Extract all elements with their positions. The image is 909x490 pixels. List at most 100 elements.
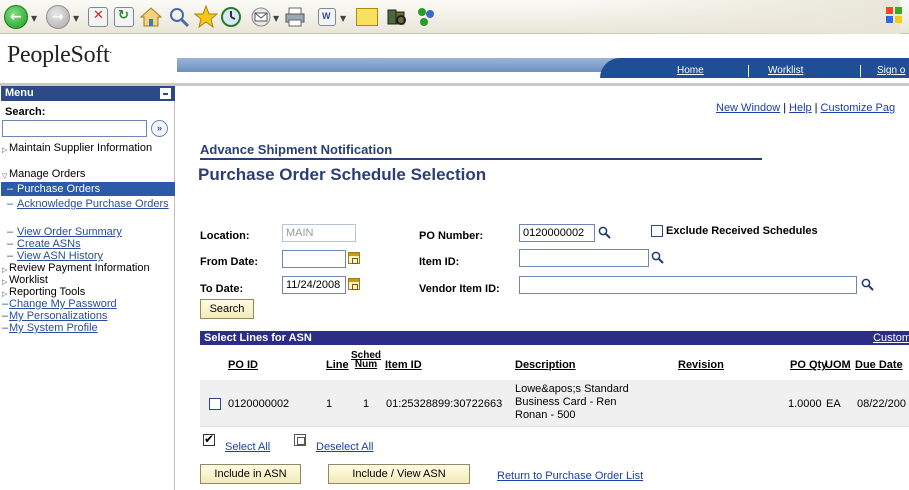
mail-icon[interactable] (250, 6, 272, 28)
include-in-asn-button[interactable]: Include in ASN (200, 464, 301, 484)
col-header-due-date[interactable]: Due Date (855, 359, 903, 371)
search-icon[interactable] (168, 6, 190, 28)
row-select-checkbox[interactable] (209, 398, 221, 410)
menu-search-input[interactable] (2, 120, 147, 137)
select-all-link[interactable]: Select All (225, 441, 270, 453)
menu-item-label: Purchase Orders (17, 183, 101, 195)
menu-folder-manage-orders[interactable]: ▽ Manage Orders (1, 168, 175, 180)
edit-word-icon[interactable]: W (318, 8, 336, 26)
lookup-magnifier-icon[interactable] (651, 251, 664, 264)
help-link[interactable]: Help (789, 102, 812, 114)
menu-item-create-asns[interactable]: – Create ASNs (1, 238, 175, 250)
back-icon[interactable]: ← (4, 5, 28, 29)
sign-out-link[interactable]: Sign o (877, 65, 905, 76)
menu-folder-reporting-tools[interactable]: ▷ Reporting Tools (1, 286, 175, 298)
col-header-po-id[interactable]: PO ID (228, 359, 258, 371)
home-icon[interactable] (139, 6, 163, 28)
menu-item-label: Reporting Tools (9, 286, 86, 298)
menu-search-go-button[interactable]: » (151, 120, 168, 137)
col-header-description[interactable]: Description (515, 359, 576, 371)
menu-folder-review-payment[interactable]: ▷ Review Payment Information (1, 262, 175, 274)
col-header-po-qty[interactable]: PO Qty (790, 359, 827, 371)
location-label: Location: (200, 230, 250, 242)
edit-dropdown-icon[interactable]: ▼ (340, 14, 346, 23)
search-button[interactable]: Search (200, 299, 254, 319)
expanded-triangle-icon: ▽ (2, 172, 8, 180)
menu-link-my-personalizations[interactable]: – My Personalizations (1, 310, 175, 322)
return-to-po-list-link[interactable]: Return to Purchase Order List (497, 470, 643, 482)
header-nav-tab (600, 58, 909, 78)
refresh-icon[interactable]: ↻ (114, 7, 134, 27)
po-number-field[interactable]: 0120000002 (519, 224, 595, 242)
bullet-dash: – (7, 250, 14, 262)
menu-item-view-order-summary[interactable]: – View Order Summary (1, 226, 175, 238)
discuss-icon[interactable] (356, 8, 378, 26)
history-icon[interactable] (220, 6, 242, 28)
home-link[interactable]: Home (677, 65, 704, 76)
browser-toolbar: ← ▼ → ▼ ✕ ↻ ▼ W ▼ (0, 0, 909, 34)
forward-dropdown-icon[interactable]: ▼ (73, 14, 79, 23)
left-menu: Menu Search: » ▷ Maintain Supplier Infor… (1, 86, 175, 490)
to-date-field[interactable]: 11/24/2008 (282, 276, 346, 294)
lookup-magnifier-icon[interactable] (598, 226, 611, 239)
bullet-dash: – (7, 238, 14, 250)
cell-item-id: 01:25328899:30722663 (386, 398, 503, 410)
menu-item-acknowledge-purchase-orders[interactable]: – Acknowledge Purchase Orders (1, 198, 175, 210)
menu-item-label: Worklist (9, 274, 48, 286)
lookup-magnifier-icon[interactable] (861, 278, 874, 291)
menu-item-purchase-orders[interactable]: – Purchase Orders (1, 182, 175, 196)
cell-po-qty: 1.0000 (788, 398, 822, 410)
menu-item-label: Manage Orders (9, 168, 86, 180)
menu-item-link[interactable]: Create ASNs (17, 238, 81, 250)
header-separator (748, 65, 749, 77)
worklist-link[interactable]: Worklist (768, 65, 803, 76)
menu-item-link[interactable]: My Personalizations (9, 310, 107, 322)
customize-page-link[interactable]: Customize Pag (821, 102, 896, 114)
research-icon[interactable] (386, 6, 408, 28)
col-header-line[interactable]: Line (326, 359, 349, 371)
menu-folder-maintain-supplier[interactable]: ▷ Maintain Supplier Information (1, 142, 175, 154)
new-window-link[interactable]: New Window (716, 102, 780, 114)
favorites-star-icon[interactable] (193, 4, 219, 29)
stop-icon[interactable]: ✕ (88, 7, 108, 27)
forward-icon[interactable]: → (46, 5, 70, 29)
include-view-asn-button[interactable]: Include / View ASN (328, 464, 470, 484)
menu-item-link[interactable]: Change My Password (9, 298, 117, 310)
menu-item-view-asn-history[interactable]: – View ASN History (1, 250, 175, 262)
select-all-icon[interactable] (203, 432, 215, 446)
print-icon[interactable] (284, 6, 306, 28)
menu-item-link[interactable]: My System Profile (9, 322, 98, 334)
exclude-received-checkbox[interactable] (651, 225, 663, 237)
col-header-sched-num[interactable]: Sched Num (351, 351, 381, 370)
item-id-label: Item ID: (419, 256, 460, 268)
bullet-dash: – (2, 310, 9, 322)
menu-item-link[interactable]: Acknowledge Purchase Orders (17, 198, 169, 210)
bullet-dash: – (2, 322, 9, 334)
deselect-all-icon[interactable] (294, 434, 306, 446)
deselect-all-link[interactable]: Deselect All (316, 441, 373, 453)
back-dropdown-icon[interactable]: ▼ (31, 14, 37, 23)
minimize-menu-icon[interactable] (160, 88, 171, 99)
item-id-field[interactable] (519, 249, 649, 267)
col-header-revision[interactable]: Revision (678, 359, 724, 371)
vendor-item-id-label: Vendor Item ID: (419, 283, 500, 295)
menu-item-link[interactable]: View ASN History (17, 250, 103, 262)
from-date-field[interactable] (282, 250, 346, 268)
menu-link-my-system-profile[interactable]: – My System Profile (1, 322, 175, 334)
bullet-dash: – (2, 298, 9, 310)
messenger-icon[interactable] (414, 6, 438, 28)
calendar-icon[interactable] (348, 252, 360, 264)
toolbar-filler (560, 0, 900, 34)
mail-dropdown-icon[interactable]: ▼ (273, 14, 279, 23)
link-separator: | (783, 102, 787, 114)
menu-item-link[interactable]: View Order Summary (17, 226, 122, 238)
grid-customize-link[interactable]: Custom (873, 331, 909, 345)
vendor-item-id-field[interactable] (519, 276, 857, 294)
menu-folder-worklist[interactable]: ▷ Worklist (1, 274, 175, 286)
calendar-icon[interactable] (348, 278, 360, 290)
col-header-item-id[interactable]: Item ID (385, 359, 422, 371)
col-header-uom[interactable]: UOM (825, 359, 851, 371)
bullet-dash: – (7, 198, 14, 210)
menu-link-change-password[interactable]: – Change My Password (1, 298, 175, 310)
menu-search-label: Search: (5, 106, 46, 118)
